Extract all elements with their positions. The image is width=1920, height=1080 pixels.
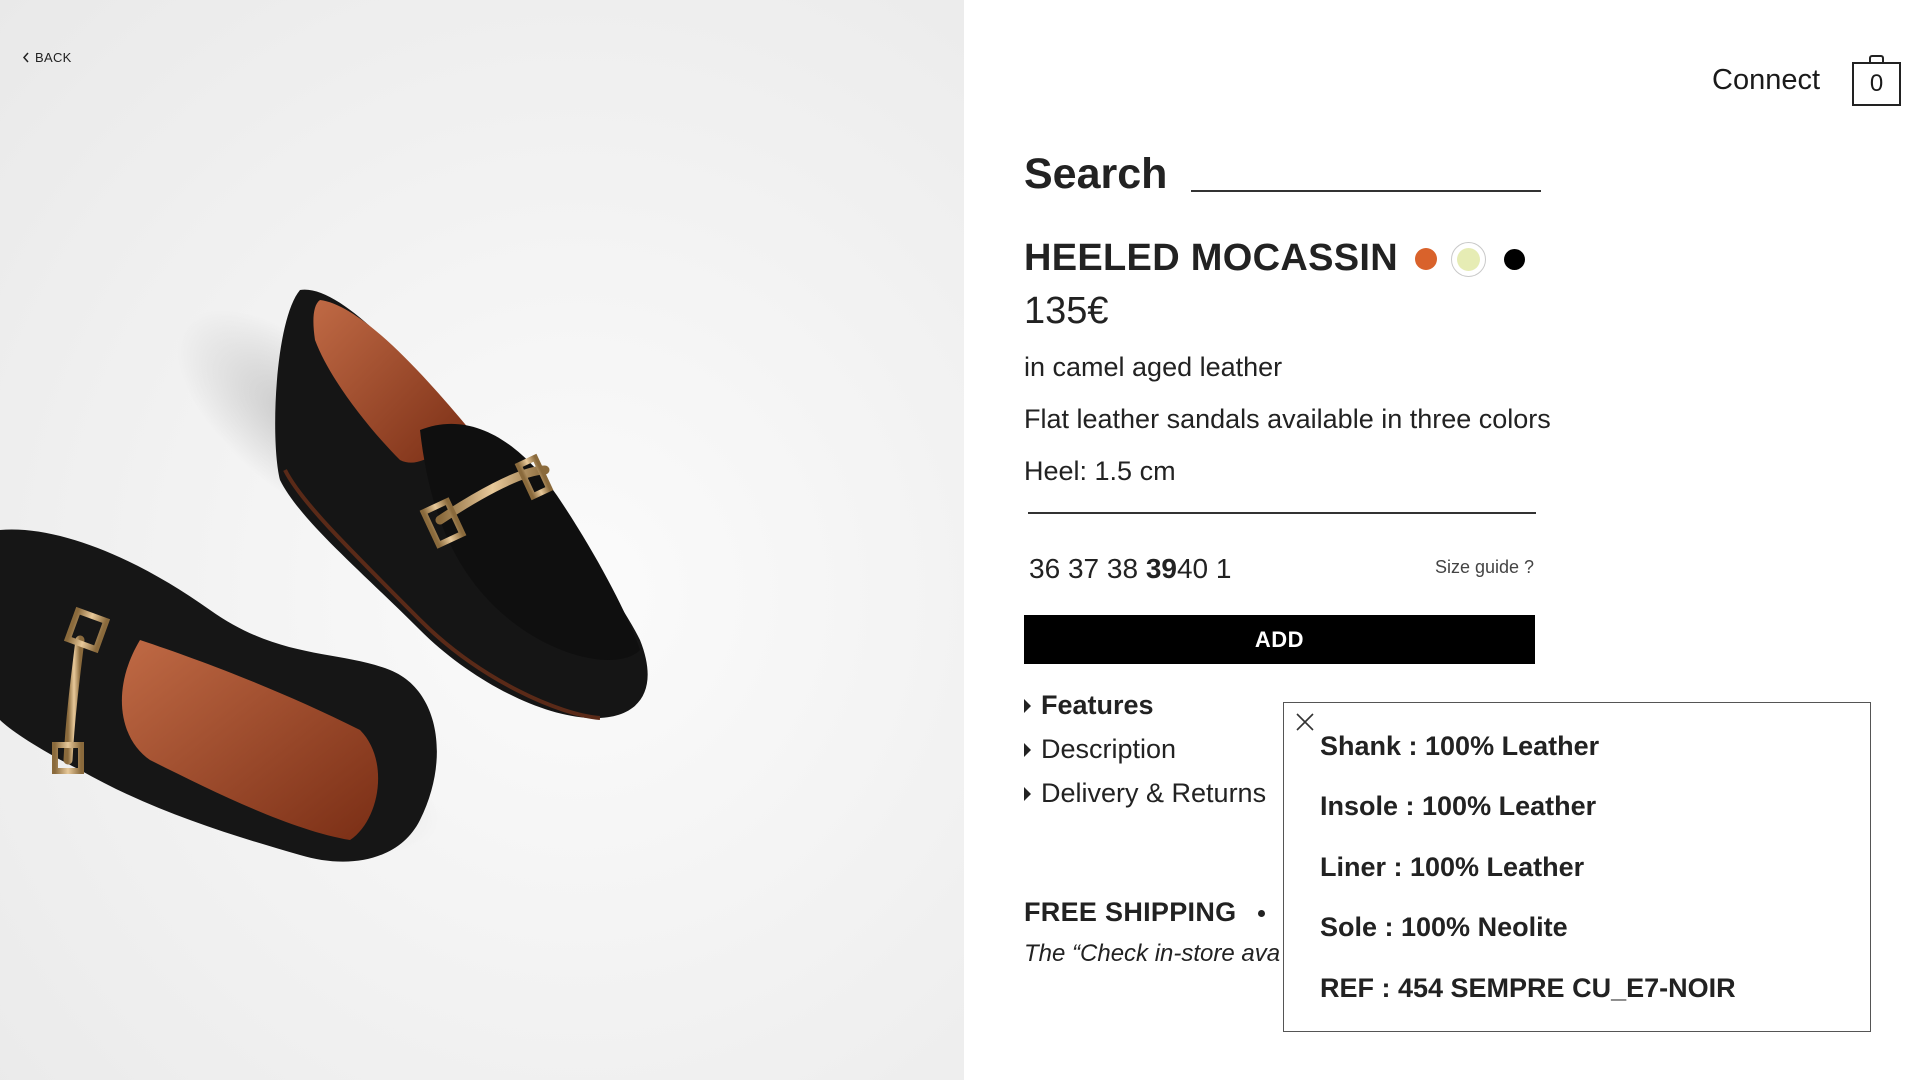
accordion-features[interactable]: Features xyxy=(1024,690,1154,721)
color-swatch-cream[interactable] xyxy=(1457,248,1480,271)
accordion-description[interactable]: Description xyxy=(1024,734,1176,765)
feature-item: Sole : 100% Neolite xyxy=(1320,912,1568,942)
product-photo: BACK xyxy=(0,0,964,1080)
color-swatch-orange[interactable] xyxy=(1415,248,1437,270)
product-subtitle: in camel aged leather xyxy=(1024,352,1283,382)
cart-button[interactable]: 0 xyxy=(1852,62,1901,106)
size-option-selected[interactable]: 39 xyxy=(1146,553,1177,584)
features-popover: Shank : 100% Leather Insole : 100% Leath… xyxy=(1283,702,1871,1032)
size-guide-link[interactable]: Size guide ? xyxy=(1435,557,1534,578)
size-option[interactable]: 1 xyxy=(1216,553,1232,584)
product-heel: Heel: 1.5 cm xyxy=(1024,456,1176,486)
connect-link[interactable]: Connect xyxy=(1712,64,1820,97)
loafer-shoes-image xyxy=(0,289,648,862)
caret-right-icon xyxy=(1024,742,1031,757)
product-title: HEELED MOCASSIN xyxy=(1024,237,1398,279)
feature-item: Liner : 100% Leather xyxy=(1320,852,1585,882)
divider xyxy=(1028,512,1536,514)
close-icon[interactable] xyxy=(1294,711,1316,733)
accordion-delivery-returns[interactable]: Delivery & Returns xyxy=(1024,778,1266,809)
color-swatch-black[interactable] xyxy=(1504,249,1525,270)
size-option[interactable]: 40 xyxy=(1177,553,1208,584)
search-label: Search xyxy=(1024,150,1168,198)
size-selector: 36 37 38 3940 1 xyxy=(1029,553,1231,585)
back-link[interactable]: BACK xyxy=(22,50,72,65)
feature-item: Shank : 100% Leather xyxy=(1320,731,1600,761)
feature-item: REF : 454 SEMPRE CU_E7-NOIR xyxy=(1320,973,1736,1003)
size-option[interactable]: 37 xyxy=(1068,553,1099,584)
size-option[interactable]: 38 xyxy=(1107,553,1138,584)
cart-count: 0 xyxy=(1869,70,1884,97)
shipping-note: The “Check in-store ava xyxy=(1024,940,1281,967)
accordion-label: Description xyxy=(1041,734,1177,764)
feature-item: Insole : 100% Leather xyxy=(1320,791,1597,821)
size-option[interactable]: 36 xyxy=(1029,553,1060,584)
bullet-dot xyxy=(1258,910,1265,917)
chevron-left-icon xyxy=(22,52,29,63)
accordion-label: Delivery & Returns xyxy=(1041,778,1267,808)
add-to-cart-button[interactable]: ADD xyxy=(1024,615,1535,664)
product-price: 135€ xyxy=(1024,290,1109,332)
free-shipping-title: FREE SHIPPING xyxy=(1024,897,1237,927)
search-input[interactable] xyxy=(1191,150,1541,192)
caret-right-icon xyxy=(1024,698,1031,713)
product-description: Flat leather sandals available in three … xyxy=(1024,404,1551,434)
caret-right-icon xyxy=(1024,786,1031,801)
accordion-label: Features xyxy=(1041,690,1154,720)
back-label: BACK xyxy=(35,50,72,65)
